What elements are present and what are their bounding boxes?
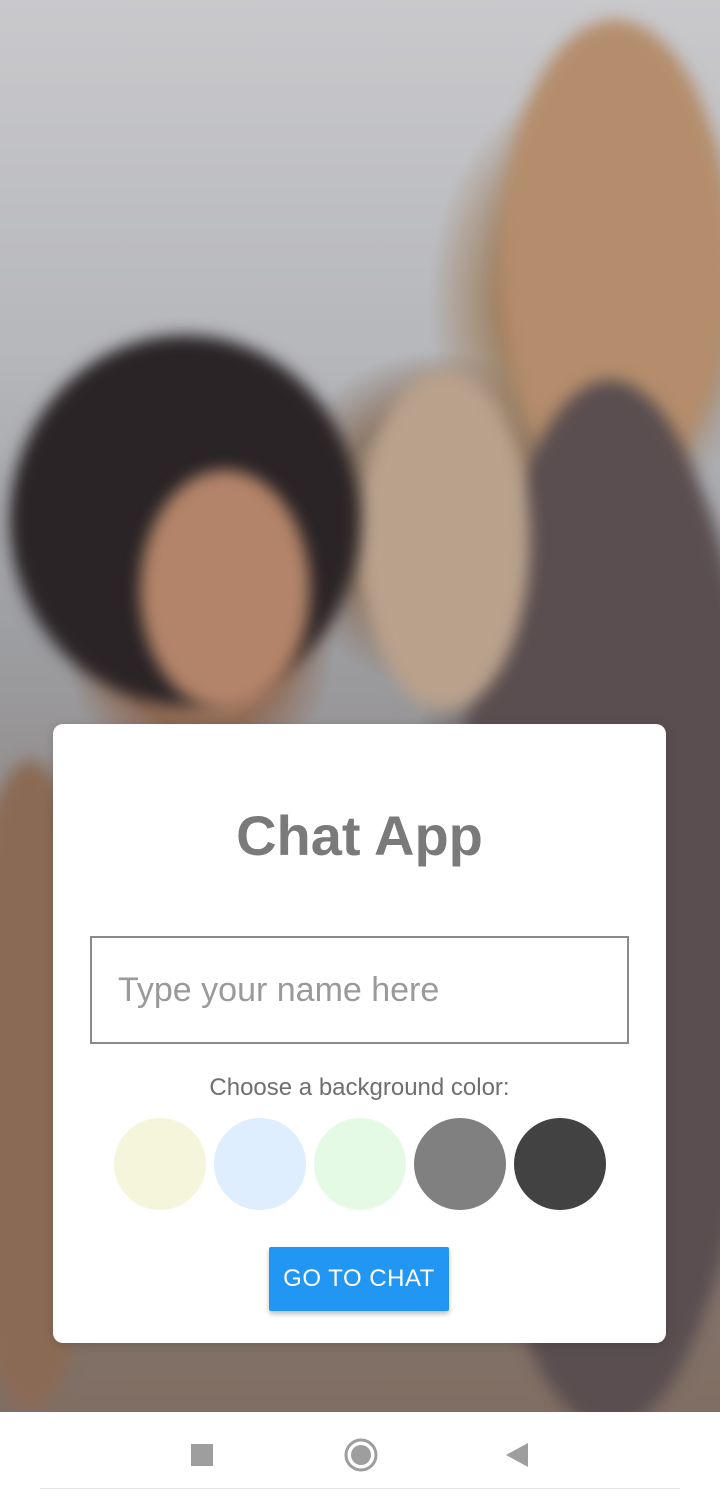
back-button[interactable] <box>492 1430 542 1480</box>
home-circle-icon <box>344 1438 378 1472</box>
home-button[interactable] <box>336 1430 386 1480</box>
nav-divider <box>40 1488 680 1489</box>
background-photo-shape <box>360 370 530 710</box>
screen: Chat App Choose a background color: GO T… <box>0 0 720 1499</box>
color-swatch-gray[interactable] <box>414 1118 506 1210</box>
color-swatch-beige[interactable] <box>114 1118 206 1210</box>
system-navigation-bar <box>0 1412 720 1499</box>
color-choice-label: Choose a background color: <box>209 1074 510 1101</box>
back-triangle-icon <box>506 1443 528 1467</box>
color-options <box>114 1118 606 1212</box>
start-card: Chat App Choose a background color: GO T… <box>53 724 666 1343</box>
name-input[interactable] <box>90 936 629 1044</box>
color-swatch-light-green[interactable] <box>314 1118 406 1210</box>
color-swatch-light-blue[interactable] <box>214 1118 306 1210</box>
app-title: Chat App <box>236 804 483 867</box>
recent-apps-square-icon <box>191 1444 213 1466</box>
go-to-chat-button[interactable]: GO TO CHAT <box>269 1247 449 1311</box>
recent-apps-button[interactable] <box>177 1430 227 1480</box>
color-swatch-dark-gray[interactable] <box>514 1118 606 1210</box>
background-photo-shape <box>140 470 310 710</box>
